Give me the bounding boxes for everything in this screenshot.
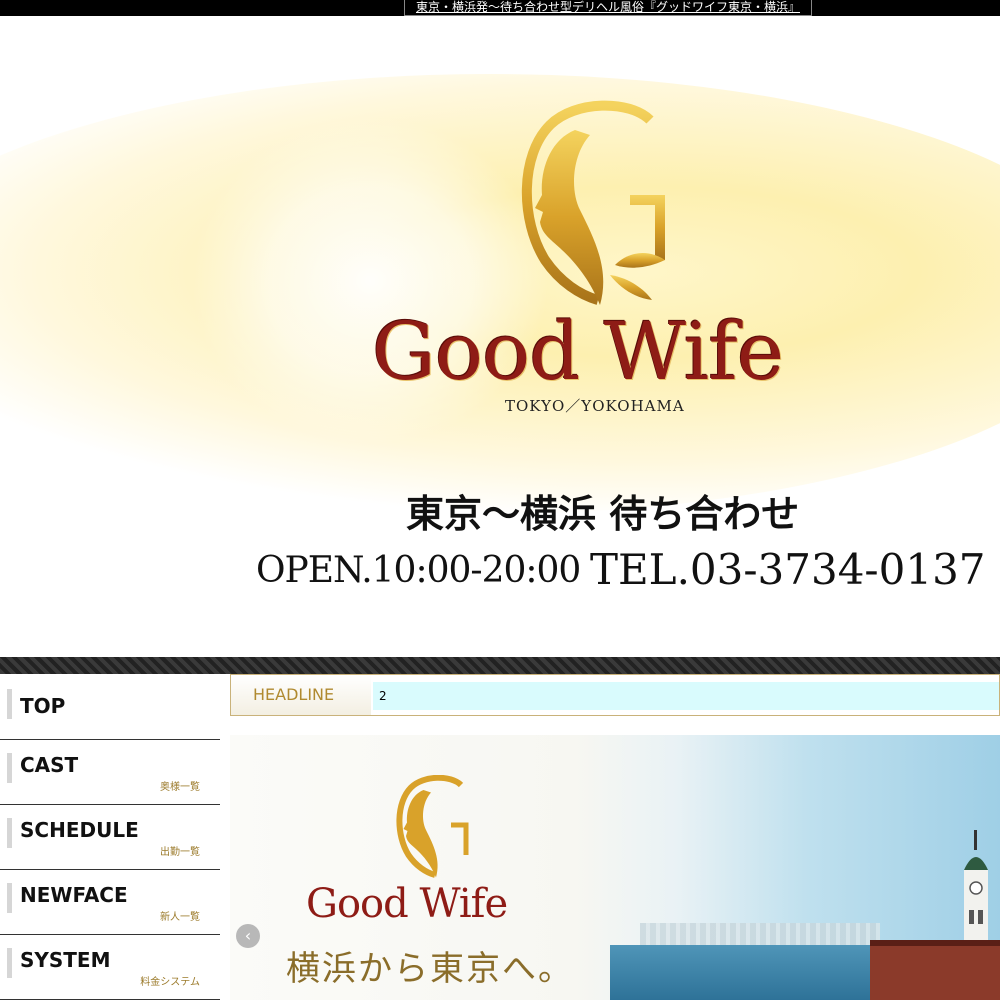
brand-logo-text: Good Wife [372, 305, 784, 398]
nav-item-sublabel: 新人一覧 [160, 912, 200, 923]
headline-ticker[interactable]: 2 [373, 682, 999, 710]
nav-item-top[interactable]: TOP [0, 674, 220, 740]
nav-item-system[interactable]: SYSTEM 料金システム [0, 935, 220, 1000]
nav-item-newface[interactable]: NEWFACE 新人一覧 [0, 870, 220, 935]
nav-item-marker [7, 948, 12, 978]
nav-item-sublabel: 奥様一覧 [160, 782, 200, 793]
phone-number[interactable]: TEL.03-3734-0137 [590, 544, 990, 596]
opening-hours: OPEN.10:00-20:00 [256, 550, 581, 591]
city-skyline [640, 923, 880, 947]
nav-item-sublabel: 料金システム [140, 977, 200, 988]
nav-item-label: TOP [20, 694, 66, 718]
nav-item-sublabel: 出勤一覧 [160, 847, 200, 858]
nav-item-label: SYSTEM [20, 948, 111, 972]
top-bar: 東京・横浜発〜待ち合わせ型デリヘル風俗『グッドワイフ東京・横浜』 [0, 0, 1000, 16]
nav-item-cast[interactable]: CAST 奥様一覧 [0, 740, 220, 805]
brand-subtitle: TOKYO／YOKOHAMA [505, 397, 685, 415]
red-brick-building [870, 940, 1000, 1000]
banner-logo-emblem-icon [396, 775, 469, 878]
header-catchphrase: 東京〜横浜 待ち合わせ [406, 491, 800, 536]
nav-item-marker [7, 883, 12, 913]
nav-item-marker [7, 689, 12, 719]
sidebar-nav: TOP CAST 奥様一覧 SCHEDULE 出勤一覧 NEWFACE 新人一覧… [0, 674, 220, 1000]
nav-item-label: SCHEDULE [20, 818, 139, 842]
banner-brand-text: Good Wife [306, 881, 508, 927]
nav-item-marker [7, 753, 12, 783]
ornament-divider [0, 657, 1000, 674]
site-tagline-link[interactable]: 東京・横浜発〜待ち合わせ型デリヘル風俗『グッドワイフ東京・横浜』 [404, 0, 812, 16]
nav-item-schedule[interactable]: SCHEDULE 出勤一覧 [0, 805, 220, 870]
nav-item-label: NEWFACE [20, 883, 128, 907]
banner-catchphrase: 横浜から東京へ。 [286, 949, 574, 989]
logo-emblem-icon [521, 100, 665, 305]
chevron-left-icon[interactable]: ‹ [236, 924, 260, 948]
banner-slideshow[interactable]: Good Wife 横浜から東京へ。 ‹ [230, 735, 1000, 1000]
nav-item-marker [7, 818, 12, 848]
headline-box: HEADLINE 2 [230, 674, 1000, 716]
headline-label: HEADLINE [231, 675, 371, 715]
site-header: Good Wife TOKYO／YOKOHAMA 東京〜横浜 待ち合わせ OPE… [0, 16, 1000, 657]
nav-item-label: CAST [20, 753, 79, 777]
